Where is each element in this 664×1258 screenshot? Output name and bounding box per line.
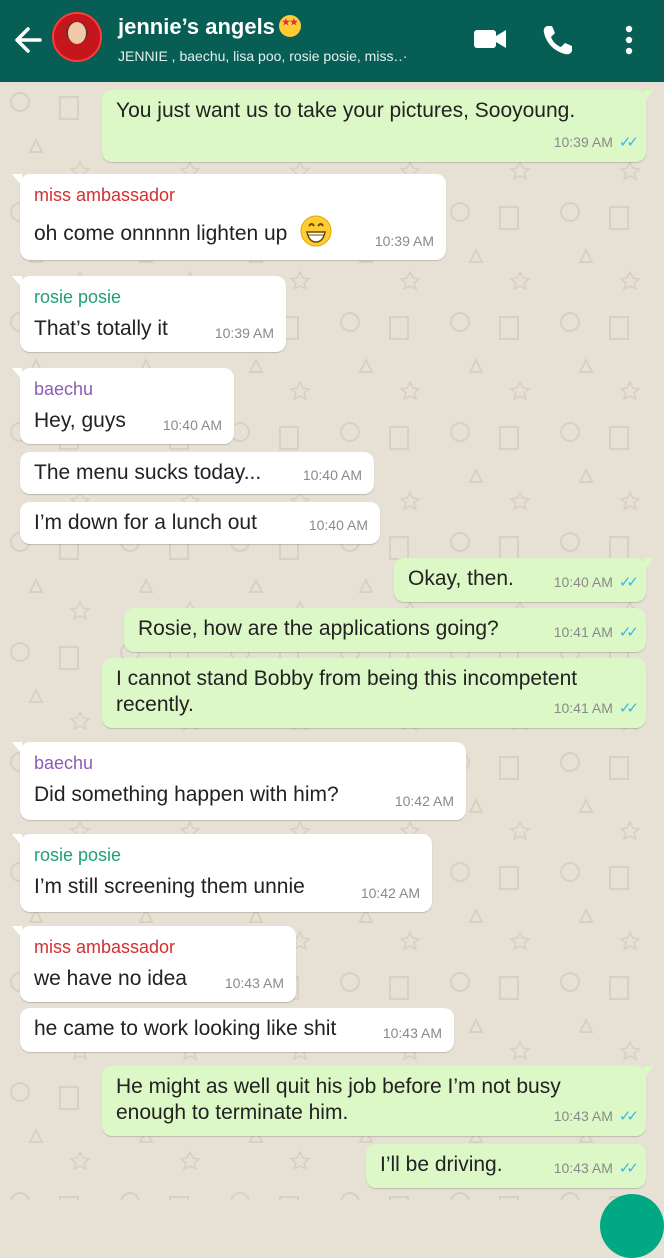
message-time: 10:40 AM (162, 417, 222, 433)
message-time: 10:39 AM (214, 325, 274, 341)
message-time: 10:39 AM (374, 233, 434, 249)
message-outgoing[interactable]: I cannot stand Bobby from being this inc… (102, 658, 646, 728)
grin-emoji-icon (300, 215, 332, 247)
message-time: 10:39 AM (553, 134, 613, 150)
message-time: 10:40 AM (302, 467, 362, 483)
message-incoming[interactable]: he came to work looking like shit 10:43 … (20, 1008, 454, 1052)
message-incoming[interactable]: I’m down for a lunch out 10:40 AM (20, 502, 380, 544)
double-check-icon: ✓✓ (618, 700, 639, 717)
message-outgoing[interactable]: Okay, then. 10:40 AM ✓✓ (394, 558, 654, 602)
sender-name[interactable]: rosie posie (34, 842, 418, 868)
scroll-down-button[interactable] (600, 1194, 664, 1258)
message-incoming[interactable]: miss ambassador we have no idea 10:43 AM (12, 926, 296, 1002)
message-time: 10:42 AM (360, 885, 420, 901)
sender-name[interactable]: baechu (34, 376, 220, 402)
video-call-icon[interactable] (472, 22, 508, 56)
message-time: 10:41 AM (553, 700, 613, 716)
message-time: 10:42 AM (394, 793, 454, 809)
phone-icon[interactable] (540, 22, 576, 58)
chat-header: jennie’s angels JENNIE , baechu, lisa po… (0, 0, 664, 82)
participants-list[interactable]: JENNIE , baechu, lisa poo, rosie posie, … (118, 48, 438, 65)
message-outgoing[interactable]: Rosie, how are the applications going? 1… (124, 608, 646, 652)
message-text: Did something happen with him? (34, 783, 339, 806)
star-struck-emoji-icon (278, 15, 301, 37)
message-time: 10:43 AM (553, 1108, 613, 1124)
double-check-icon: ✓✓ (618, 574, 639, 591)
message-incoming[interactable]: baechu Did something happen with him? 10… (12, 742, 466, 820)
sender-name[interactable]: miss ambassador (34, 182, 432, 208)
double-check-icon: ✓✓ (618, 1108, 639, 1125)
message-text: You just want us to take your pictures, … (116, 99, 576, 122)
group-title[interactable]: jennie’s angels (118, 14, 301, 40)
more-vert-icon[interactable] (612, 22, 646, 58)
double-check-icon: ✓✓ (618, 134, 639, 151)
message-time: 10:43 AM (224, 975, 284, 991)
double-check-icon: ✓✓ (618, 1160, 639, 1177)
back-arrow-icon[interactable] (12, 22, 44, 58)
message-time: 10:40 AM (553, 574, 613, 590)
message-time: 10:43 AM (553, 1160, 613, 1176)
message-time: 10:43 AM (382, 1025, 442, 1041)
message-text: he came to work looking like shit (34, 1017, 337, 1040)
message-outgoing[interactable]: I’ll be driving. 10:43 AM ✓✓ (366, 1144, 646, 1188)
message-incoming[interactable]: The menu sucks today... 10:40 AM (20, 452, 374, 494)
message-time: 10:41 AM (553, 624, 613, 640)
message-time: 10:40 AM (308, 517, 368, 533)
message-incoming[interactable]: baechu Hey, guys 10:40 AM (12, 368, 234, 444)
message-incoming[interactable]: rosie posie That’s totally it 10:39 AM (12, 276, 286, 352)
message-incoming[interactable]: rosie posie I’m still screening them unn… (12, 834, 432, 912)
sender-name[interactable]: miss ambassador (34, 934, 282, 960)
message-outgoing[interactable]: He might as well quit his job before I’m… (102, 1066, 654, 1136)
sender-name[interactable]: baechu (34, 750, 452, 776)
message-outgoing[interactable]: You just want us to take your pictures, … (102, 90, 654, 162)
message-text: oh come onnnnn lighten up (34, 222, 288, 245)
message-incoming[interactable]: miss ambassador oh come onnnnn lighten u… (12, 174, 446, 260)
sender-name[interactable]: rosie posie (34, 284, 272, 310)
message-list[interactable]: You just want us to take your pictures, … (0, 82, 664, 1200)
double-check-icon: ✓✓ (618, 624, 639, 641)
group-avatar[interactable] (52, 12, 102, 62)
